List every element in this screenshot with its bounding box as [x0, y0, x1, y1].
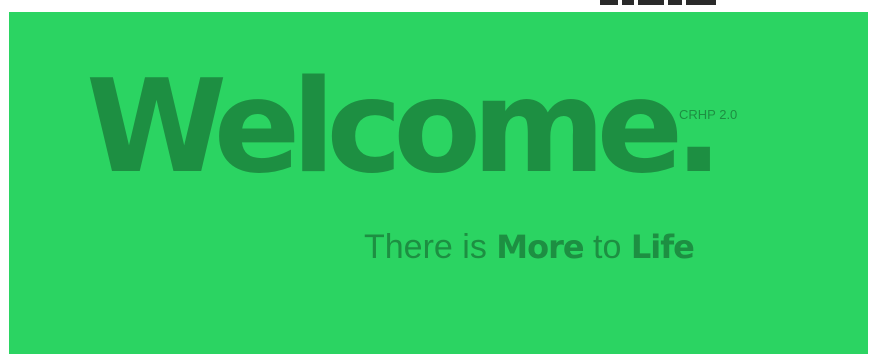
- version-label: CRHP 2.0: [679, 107, 738, 122]
- tagline-emphasis-more: More: [496, 228, 584, 266]
- tagline: There is More to Life: [364, 228, 695, 266]
- tagline-text-2: to: [583, 228, 631, 266]
- cropped-header-text: [600, 0, 718, 6]
- tagline-emphasis-life: Life: [630, 228, 695, 266]
- welcome-headline: Welcome.: [86, 53, 723, 202]
- page: Welcome. CRHP 2.0 There is More to Life: [0, 0, 873, 358]
- tagline-text-1: There is: [364, 228, 497, 266]
